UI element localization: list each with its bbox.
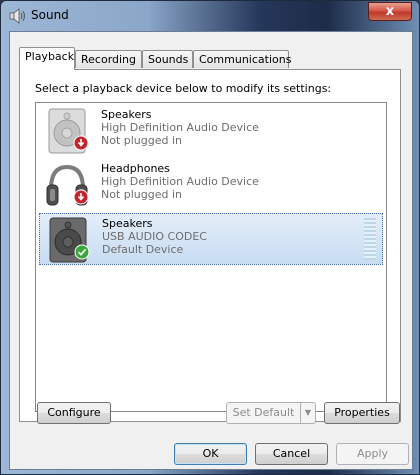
sound-dialog: Sound x Playback Recording Sounds Commun…: [0, 0, 420, 475]
default-check-icon: [74, 244, 90, 260]
device-description: USB AUDIO CODEC: [102, 230, 207, 243]
device-name: Headphones: [101, 162, 170, 175]
close-icon: x: [385, 4, 395, 19]
set-default-button[interactable]: Set Default: [226, 402, 301, 424]
device-status: Not plugged in: [101, 134, 183, 147]
device-status: Not plugged in: [101, 188, 183, 201]
title-bar[interactable]: Sound x: [1, 1, 419, 31]
list-item[interactable]: Headphones High Definition Audio Device …: [39, 159, 383, 211]
device-list[interactable]: Speakers High Definition Audio Device No…: [35, 102, 387, 412]
set-default-label: Set Default: [232, 406, 295, 419]
unplugged-icon: [73, 189, 89, 205]
tab-sounds[interactable]: Sounds: [142, 50, 193, 68]
cancel-button[interactable]: Cancel: [255, 443, 328, 465]
cancel-label: Cancel: [272, 447, 311, 460]
sound-icon: [9, 8, 25, 24]
list-item[interactable]: Speakers High Definition Audio Device No…: [39, 105, 383, 157]
unplugged-icon: [73, 135, 89, 151]
apply-button[interactable]: Apply: [336, 443, 409, 465]
window-title: Sound: [31, 8, 69, 22]
instruction-text: Select a playback device below to modify…: [35, 82, 332, 95]
device-status: Default Device: [102, 243, 184, 256]
dialog-client-area: Playback Recording Sounds Communications…: [9, 31, 413, 470]
device-description: High Definition Audio Device: [101, 121, 259, 134]
configure-button[interactable]: Configure: [37, 402, 111, 424]
apply-label: Apply: [356, 447, 389, 460]
ok-button[interactable]: OK: [174, 443, 247, 465]
device-name: Speakers: [102, 217, 153, 230]
volume-level-meter: [364, 218, 376, 260]
ok-label: OK: [202, 447, 219, 460]
configure-label: Configure: [47, 406, 101, 419]
playback-panel: Select a playback device below to modify…: [19, 69, 401, 422]
tab-communications[interactable]: Communications: [193, 50, 291, 68]
device-description: High Definition Audio Device: [101, 175, 259, 188]
properties-label: Properties: [334, 406, 390, 419]
close-button[interactable]: x: [368, 2, 412, 21]
device-name: Speakers: [101, 108, 152, 121]
properties-button[interactable]: Properties: [324, 402, 400, 424]
tab-recording[interactable]: Recording: [75, 50, 142, 68]
list-item[interactable]: Speakers USB AUDIO CODEC Default Device: [39, 213, 383, 265]
tab-playback[interactable]: Playback: [19, 47, 75, 70]
set-default-dropdown[interactable]: ▼: [300, 402, 316, 424]
chevron-down-icon: ▼: [304, 408, 312, 417]
